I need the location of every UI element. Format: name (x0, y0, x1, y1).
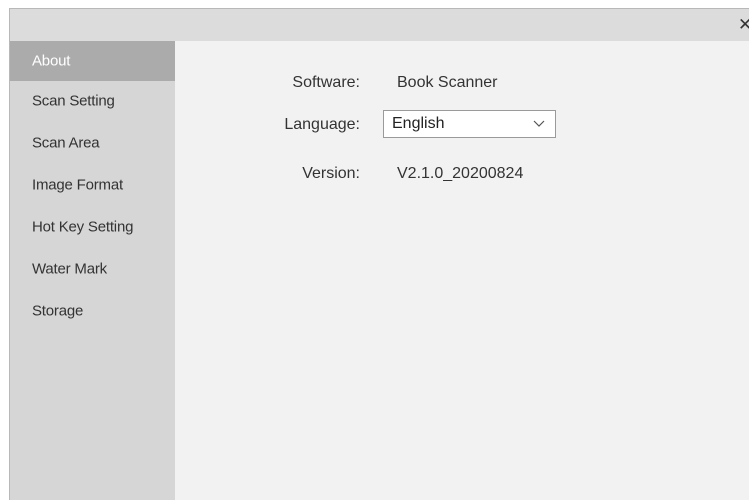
language-select[interactable]: English (383, 110, 556, 138)
title-bar: ✕ (9, 8, 749, 41)
sidebar-item-label: Image Format (32, 176, 123, 194)
settings-window: ✕ About Scan Setting Scan Area Image For… (0, 0, 749, 500)
sidebar-item-label: About (32, 52, 71, 70)
sidebar-item-label: Water Mark (32, 260, 107, 278)
version-value: V2.1.0_20200824 (397, 165, 524, 182)
sidebar-item-label: Hot Key Setting (32, 218, 134, 236)
sidebar-item-label: Storage (32, 302, 84, 320)
version-label: Version: (302, 165, 360, 182)
sidebar-item-image-format[interactable]: Image Format (10, 165, 175, 205)
close-icon[interactable]: ✕ (738, 14, 749, 36)
sidebar-item-storage[interactable]: Storage (10, 291, 175, 331)
sidebar-item-hot-key-setting[interactable]: Hot Key Setting (10, 207, 175, 247)
software-label: Software: (292, 74, 360, 91)
sidebar-item-label: Scan Setting (32, 92, 115, 110)
software-value: Book Scanner (397, 74, 498, 91)
sidebar: About Scan Setting Scan Area Image Forma… (10, 41, 175, 500)
sidebar-item-water-mark[interactable]: Water Mark (10, 249, 175, 289)
language-label: Language: (284, 116, 360, 133)
chevron-down-icon (533, 120, 545, 127)
sidebar-item-scan-area[interactable]: Scan Area (10, 123, 175, 163)
sidebar-item-label: Scan Area (32, 134, 100, 152)
about-panel: Software: Book Scanner Language: English… (175, 41, 749, 500)
language-selected-value: English (392, 115, 445, 132)
sidebar-item-scan-setting[interactable]: Scan Setting (10, 81, 175, 121)
dialog-body: About Scan Setting Scan Area Image Forma… (9, 41, 749, 500)
sidebar-item-about[interactable]: About (10, 41, 175, 81)
